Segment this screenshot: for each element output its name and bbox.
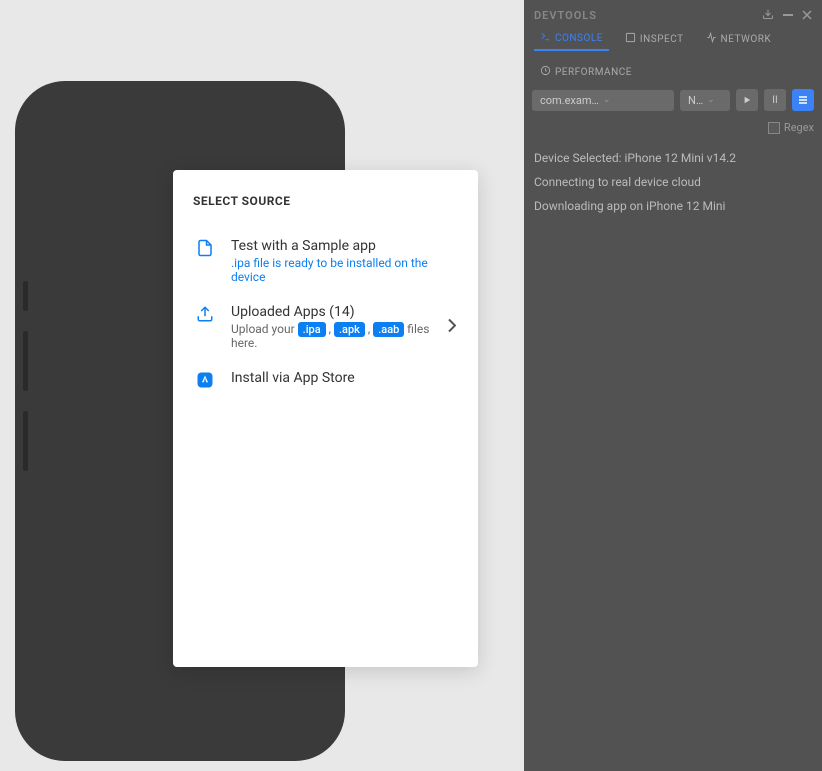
ext-tag: .aab [373, 322, 404, 337]
devtools-panel: DEVTOOLS CONSOLE INSPECT [524, 0, 822, 771]
close-icon[interactable] [802, 9, 812, 23]
devtools-title: DEVTOOLS [534, 9, 597, 22]
file-icon [195, 238, 215, 258]
chevron-down-icon: ⌄ [603, 95, 611, 105]
device-side-button [23, 331, 28, 391]
regex-toggle[interactable]: Regex [768, 121, 814, 134]
tab-console[interactable]: CONSOLE [534, 27, 609, 51]
devtools-tabs: CONSOLE INSPECT NETWORK PERFORMANCE [524, 23, 822, 83]
header-controls [762, 8, 812, 23]
source-label: Test with a Sample app [231, 238, 456, 254]
source-subtext: Upload your .ipa , .apk , .aab files her… [231, 322, 456, 350]
tab-inspect[interactable]: INSPECT [619, 27, 690, 51]
upload-icon [195, 304, 215, 324]
console-controls: com.exam… ⌄ N… ⌄ II [524, 83, 822, 117]
regex-label: Regex [784, 121, 814, 134]
network-icon [706, 32, 717, 46]
modal-title: SELECT SOURCE [193, 194, 458, 208]
console-line: Connecting to real device cloud [534, 170, 812, 194]
source-text: Uploaded Apps (14) Upload your .ipa , .a… [231, 304, 456, 350]
ext-tag: .ipa [298, 322, 326, 337]
tab-label: CONSOLE [555, 33, 603, 44]
app-store-icon [195, 370, 215, 390]
sub-text: , [365, 322, 373, 336]
dropdown-value: N… [688, 94, 703, 107]
device-side-button [23, 411, 28, 471]
source-label: Uploaded Apps (14) [231, 304, 456, 320]
inspect-icon [625, 32, 636, 46]
tab-label: NETWORK [721, 34, 772, 45]
list-button[interactable] [792, 89, 814, 111]
chevron-down-icon: ⌄ [707, 95, 715, 105]
minimize-icon[interactable] [782, 9, 794, 23]
devtools-header: DEVTOOLS [524, 0, 822, 23]
tab-label: PERFORMANCE [555, 67, 632, 78]
app-dropdown[interactable]: com.exam… ⌄ [532, 90, 674, 111]
console-line: Downloading app on iPhone 12 Mini [534, 194, 812, 218]
select-source-modal: SELECT SOURCE Test with a Sample app .ip… [173, 170, 478, 667]
filter-dropdown[interactable]: N… ⌄ [680, 90, 730, 111]
pause-button[interactable]: II [764, 89, 786, 111]
tab-performance[interactable]: PERFORMANCE [534, 61, 638, 83]
device-side-button [23, 281, 28, 311]
dropdown-value: com.exam… [540, 94, 599, 107]
source-sample-app[interactable]: Test with a Sample app .ipa file is read… [193, 228, 458, 294]
source-app-store[interactable]: Install via App Store [193, 360, 458, 400]
performance-icon [540, 65, 551, 79]
source-subtext: .ipa file is ready to be installed on th… [231, 256, 456, 284]
tab-network[interactable]: NETWORK [700, 27, 778, 51]
source-text: Install via App Store [231, 370, 456, 386]
sub-text: , [326, 322, 334, 336]
source-text: Test with a Sample app .ipa file is read… [231, 238, 456, 284]
ext-tag: .apk [334, 322, 365, 337]
console-search-row: Regex [524, 117, 822, 138]
sub-text: Upload your [231, 322, 298, 336]
console-output: Device Selected: iPhone 12 Mini v14.2 Co… [524, 138, 822, 226]
chevron-right-icon [448, 318, 456, 337]
source-label: Install via App Store [231, 370, 456, 386]
search-input[interactable] [532, 126, 762, 130]
console-icon [540, 31, 551, 45]
play-button[interactable] [736, 89, 758, 111]
download-icon[interactable] [762, 8, 774, 23]
regex-checkbox[interactable] [768, 122, 780, 134]
tab-label: INSPECT [640, 34, 684, 45]
console-line: Device Selected: iPhone 12 Mini v14.2 [534, 146, 812, 170]
pause-icon: II [772, 95, 777, 106]
source-uploaded-apps[interactable]: Uploaded Apps (14) Upload your .ipa , .a… [193, 294, 458, 360]
